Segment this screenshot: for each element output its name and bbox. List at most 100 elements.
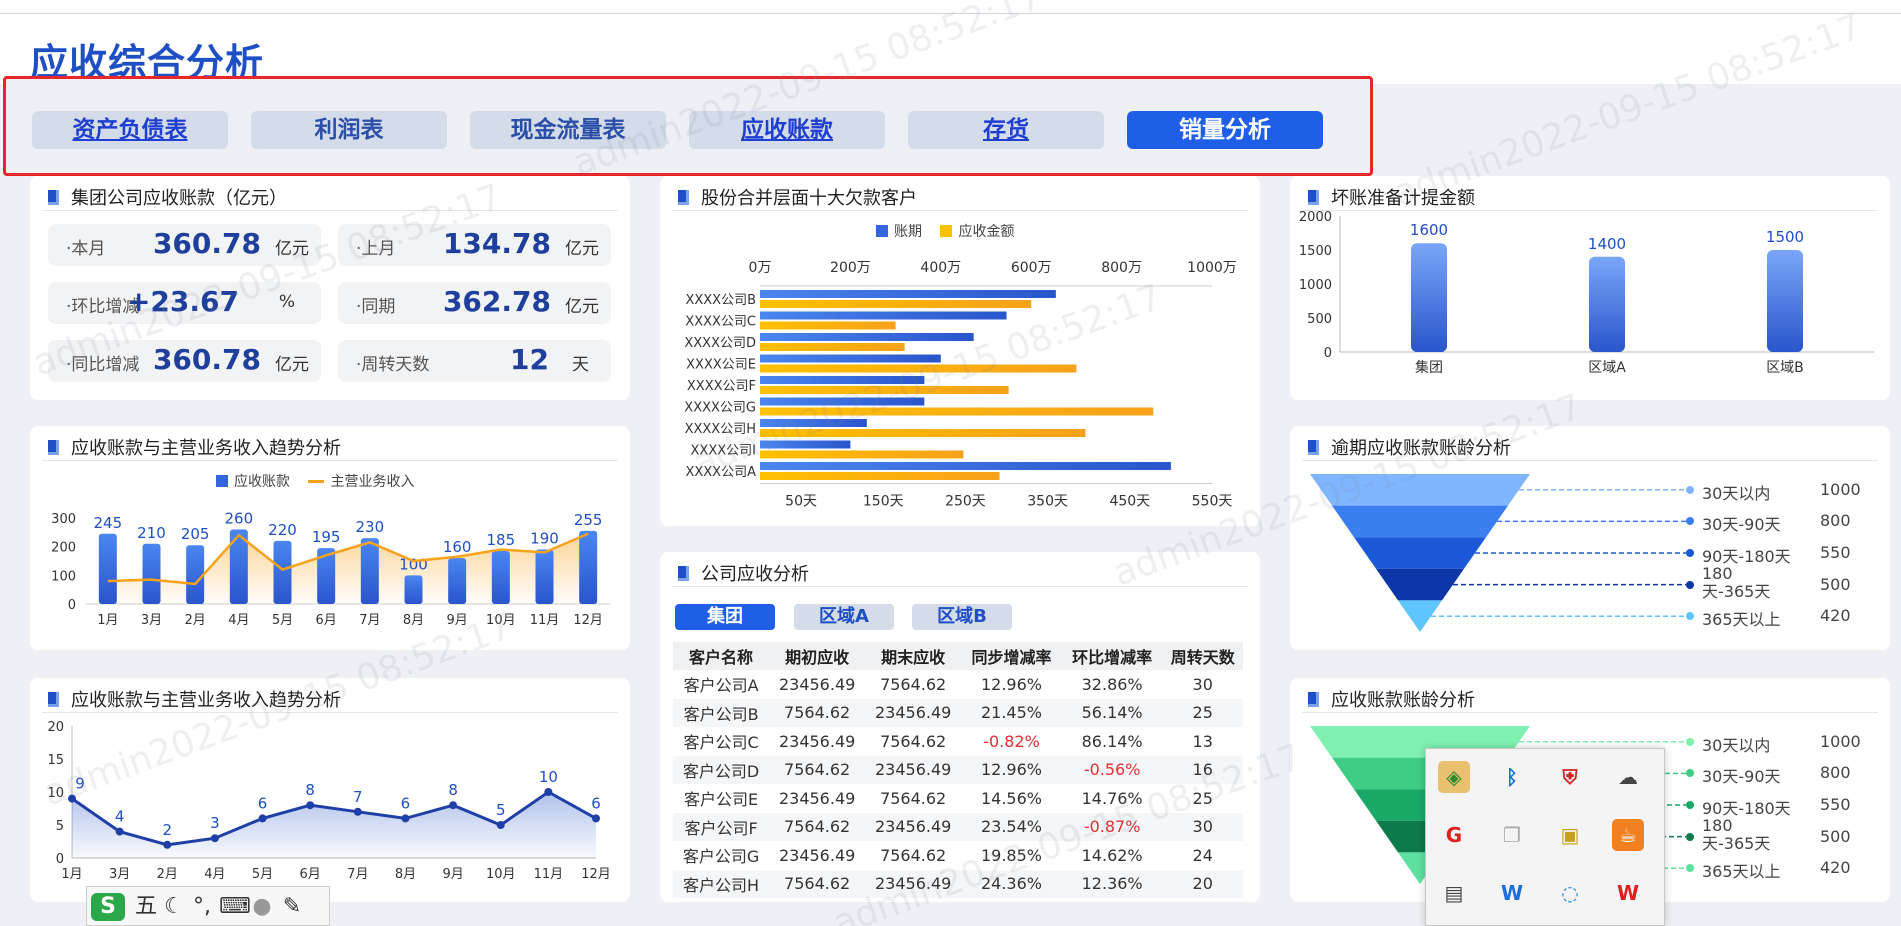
funnel-label: 30天以内 [1702,735,1771,755]
keyboard-icon[interactable]: ⌨ [219,893,251,921]
x-tick-label: 1月 [97,613,118,628]
tab-balance-sheet[interactable]: 资产负债表 [32,111,228,149]
category-label: XXXX公司B [685,293,756,308]
ime-toolbar: S 五 ☾ °, ⌨ ● ✎ [86,886,330,926]
table-cell: 23456.49 [865,755,962,784]
tab-inventory[interactable]: 存货 [908,111,1104,149]
funnel-marker [1686,549,1694,557]
subtab-region-a[interactable]: 区域A [794,604,894,630]
tab-receivables[interactable]: 应收账款 [689,111,885,149]
table-row[interactable]: 客户公司C 23456.49 7564.62 -0.82% 86.14% 13 [673,727,1243,756]
x-tick-label: 7月 [359,613,380,628]
trend-point [68,794,76,803]
table-row[interactable]: 客户公司G 23456.49 7564.62 19.85% 14.62% 24 [673,841,1243,870]
point-value-label: 9 [75,775,85,793]
bluetooth-icon[interactable]: ᛒ [1496,761,1528,793]
bar-value-label: 160 [443,538,472,556]
table-cell: 7564.62 [769,869,866,898]
y-tick-label: 100 [51,569,76,584]
point-value-label: 6 [401,794,411,812]
java-icon[interactable]: ☕ [1612,819,1644,851]
x-tick-label: 1月 [61,867,82,882]
point-value-label: 10 [539,768,558,786]
subtab-group[interactable]: 集团 [675,604,775,630]
x-tick-label: 12月 [581,867,611,882]
y-tick-label: 15 [47,753,64,768]
cloud-icon[interactable]: ☁ [1612,761,1644,793]
trend-point [115,827,124,836]
funnel-label: 180天-365天 [1702,815,1771,853]
amount-bar [760,300,1032,308]
receivables-bar [360,538,379,604]
category-label: XXXX公司E [686,358,756,373]
bar-value-label: 210 [137,524,166,542]
report-tabs-frame: 资产负债表 利润表 现金流量表 应收账款 存货 销量分析 [3,76,1373,176]
security-shield-icon[interactable]: ◈ [1438,761,1470,793]
chat-icon[interactable]: ◌ [1554,877,1586,909]
table-row[interactable]: 客户公司F 7564.62 23456.49 23.54% -0.87% 30 [673,812,1243,841]
trend-area [72,792,596,858]
moon-icon[interactable]: ☾ [161,893,187,921]
table-cell: 30 [1192,674,1213,694]
app-g-icon[interactable]: G [1438,819,1470,851]
y-tick-label: 5 [56,819,64,834]
y-tick-label: 200 [51,541,76,556]
defender-icon[interactable]: ⛨ [1554,761,1586,793]
document-icon[interactable]: ▤ [1438,877,1470,909]
kpi-unit: 天 [572,355,589,375]
subtab-region-b[interactable]: 区域B [912,604,1012,630]
y-tick-label: 0 [68,598,76,613]
wps-icon[interactable]: W [1612,877,1644,909]
funnel-label: 180天-365天 [1702,563,1771,601]
bar-value-label: 255 [574,511,603,529]
kpi-card: 集团公司应收账款（亿元） ·本月 360.78 亿元 ·上月 134.78 亿元… [30,176,630,400]
receivables-bar [404,575,423,604]
receivables-bar [535,549,554,604]
baddebt-card: 坏账准备计提金额 0 500 1000 1500 2000 1600 集团 1400 区域A 15… [1290,176,1890,400]
x-tick-label: 2月 [157,867,178,882]
punctuation-icon[interactable]: °, [189,893,215,921]
folder-key-icon[interactable]: ▣ [1554,819,1586,851]
table-cell: 客户公司G [682,847,760,867]
column-header: 同步增减率 [961,642,1062,670]
table-row[interactable]: 客户公司E 23456.49 7564.62 14.56% 14.76% 25 [673,784,1243,813]
funnel-value: 420 [1820,858,1851,878]
table-row[interactable]: 客户公司A 23456.49 7564.62 12.96% 32.86% 30 [673,670,1243,699]
table-header-row: 客户名称 期初应收 期末应收 同步增减率 环比增减率 周转天数 [673,642,1243,670]
kpi-this-month: ·本月 360.78 亿元 [48,224,321,266]
table-cell: 客户公司A [683,676,759,696]
user-icon[interactable]: ● [249,893,275,921]
copy-icon[interactable]: ❐ [1496,819,1528,851]
tab-sales-analysis[interactable]: 销量分析 [1127,111,1323,149]
top10-chart: 0万 200万 400万 600万 800万 1000万 XXXX公司B XXXX公司C XXX… [684,260,1237,510]
wrench-icon[interactable]: ✎ [279,893,305,921]
trend-point [210,834,219,843]
trend-point [449,801,458,810]
point-value-label: 8 [448,781,458,799]
y-tick-label: 1000 [1299,278,1332,293]
trend-card: 应收账款与主营业务收入趋势分析 应收账款 主营业务收入 0 100 200 300 24… [30,426,630,650]
trend-point [353,807,362,816]
app-w-shield-icon[interactable]: W [1496,877,1528,909]
point-value-label: 8 [305,781,315,799]
table-row[interactable]: 客户公司B 7564.62 23456.49 21.45% 56.14% 25 [673,698,1243,727]
point-value-label: 6 [591,794,601,812]
kpi-value: 360.78 [152,343,261,376]
ime-logo-icon[interactable]: S [91,893,125,921]
table-cell: 12.96% [961,755,1062,784]
ime-mode-label[interactable]: 五 [133,893,159,921]
column-header: 期初应收 [769,642,866,670]
amount-bar [760,343,905,351]
bar-value-label: 190 [530,530,559,548]
table-row[interactable]: 客户公司D 7564.62 23456.49 12.96% -0.56% 16 [673,755,1243,784]
kpi-yoy-change: ·同比增减 360.78 亿元 [48,340,321,382]
table-cell: 20 [1162,869,1243,898]
table-row[interactable]: 客户公司H 7564.62 23456.49 24.36% 12.36% 20 [673,869,1243,898]
table-cell: 12.36% [1061,869,1163,898]
tab-income-statement[interactable]: 利润表 [251,111,447,149]
bottom-axis-tick: 50天 [785,494,817,510]
tab-cash-flow[interactable]: 现金流量表 [470,111,666,149]
trend-point [592,814,600,823]
column-header: 周转天数 [1162,642,1243,670]
baddebt-bar [1767,250,1803,352]
